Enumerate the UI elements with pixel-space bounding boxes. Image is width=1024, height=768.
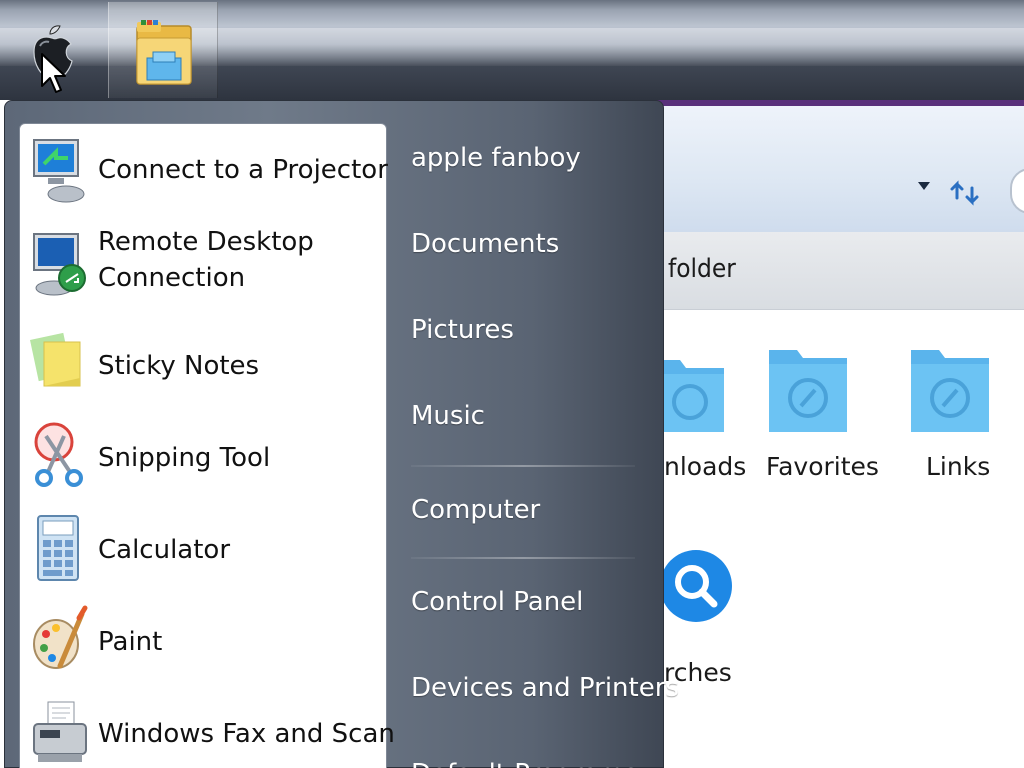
place-documents[interactable]: Documents [411,229,559,259]
remote-desktop-icon [33,233,86,296]
refresh-icon[interactable] [948,176,982,210]
windows-explorer-icon [136,20,192,85]
new-folder-button[interactable]: folder [668,254,736,284]
programs-list: Connect to a Projector Remote Desktop Co… [19,123,395,768]
start-menu: Connect to a Projector Remote Desktop Co… [4,100,679,768]
taskbar-explorer-button[interactable] [108,2,218,98]
places-column: apple fanboy Documents Pictures Music Co… [385,123,679,768]
mouse-cursor-icon [41,53,66,93]
place-computer[interactable]: Computer [411,495,540,525]
place-pictures[interactable]: Pictures [411,315,514,345]
program-remote-desktop[interactable]: Remote Desktop Connection [20,220,386,316]
fax-scanner-icon [33,701,87,762]
folder-label: Favorites [766,452,879,481]
calculator-icon [37,515,79,581]
sticky-notes-icon [30,332,81,387]
folder-label: Links [926,452,991,481]
folder-favorites[interactable] [748,346,868,436]
program-label-line1: Remote Desktop [98,227,314,257]
folder-icon [911,350,989,432]
place-devices-and-printers[interactable]: Devices and Printers [411,673,679,703]
address-history-dropdown-icon[interactable] [918,182,930,190]
program-calculator[interactable]: Calculator [20,504,386,592]
place-user-folder[interactable]: apple fanboy [411,143,581,173]
place-control-panel[interactable]: Control Panel [411,587,583,617]
place-default-programs[interactable]: Default Programs [411,759,638,768]
program-sticky-notes[interactable]: Sticky Notes [20,320,386,408]
program-label: Snipping Tool [98,443,271,473]
snipping-tool-icon [34,422,83,487]
program-label: Connect to a Projector [98,155,388,185]
program-connect-to-projector[interactable]: Connect to a Projector [20,126,388,214]
program-label-line2: Connection [98,263,246,293]
searches-icon [660,550,732,622]
program-paint[interactable]: Paint [20,596,386,684]
program-label: Calculator [98,535,231,565]
taskbar [0,0,1024,100]
separator [411,465,635,467]
program-label: Paint [98,627,163,657]
folder-links[interactable] [890,346,1010,436]
folder-label: nloads [664,452,747,481]
search-box[interactable] [1010,168,1024,214]
program-windows-fax-and-scan[interactable]: Windows Fax and Scan [20,688,395,768]
program-label: Windows Fax and Scan [98,719,395,749]
projector-icon [33,139,85,203]
program-snipping-tool[interactable]: Snipping Tool [20,412,386,500]
place-music[interactable]: Music [411,401,485,431]
folder-icon [769,350,847,432]
program-label: Sticky Notes [98,351,260,381]
separator [411,557,635,559]
paint-icon [33,605,88,669]
